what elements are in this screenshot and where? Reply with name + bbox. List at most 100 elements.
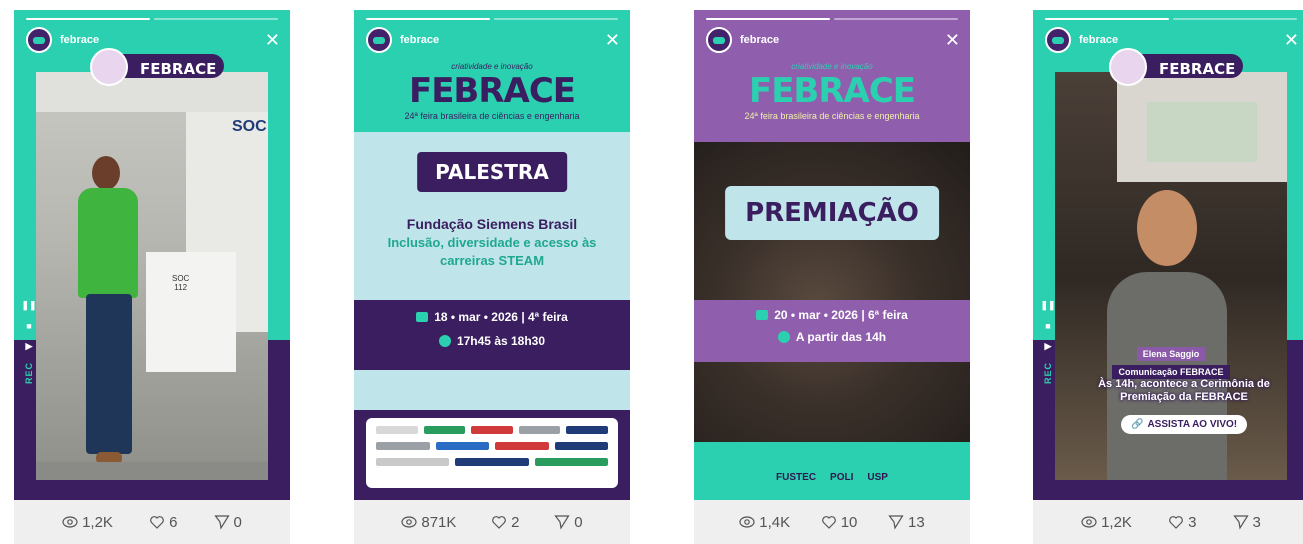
views-count: 1,2K [1101, 513, 1132, 531]
live-cta[interactable]: 🔗 ASSISTA AO VIVO! [1121, 415, 1248, 434]
close-icon[interactable]: ✕ [605, 31, 620, 49]
likes-stat: 10 [821, 513, 858, 531]
username[interactable]: febrace [740, 34, 937, 46]
username[interactable]: febrace [400, 34, 597, 46]
shares-stat: 0 [213, 513, 242, 531]
send-icon [1232, 515, 1249, 530]
badge-text: FEBRACE [1159, 60, 1236, 78]
close-icon[interactable]: ✕ [945, 31, 960, 49]
heart-icon [821, 516, 836, 529]
calendar-icon [756, 310, 769, 320]
logo-brand: FEBRACE [408, 71, 576, 111]
views-count: 1,2K [82, 513, 113, 531]
story-card-3[interactable]: febrace ✕ criatividade e inovação FEBRAC… [694, 0, 970, 544]
event-date: 18 • mar • 2026 | 4ª feira [434, 310, 568, 324]
speaker-role: Comunicação FEBRACE [1112, 365, 1230, 379]
username[interactable]: febrace [1079, 34, 1276, 46]
caption: Às 14h, acontece a Cerimônia de Premiaçã… [1098, 378, 1270, 403]
rec-label: REC [24, 362, 34, 385]
story-progress [1045, 18, 1297, 20]
speaker-name: Elena Saggio [1136, 347, 1206, 361]
event-subtitle: Inclusão, diversidade e acesso às carrei… [387, 235, 597, 268]
sponsor-box [366, 418, 618, 488]
rec-rail: ❚❚ ■ ▶ REC [1040, 300, 1056, 420]
rec-rail: ❚❚ ■ ▶ REC [21, 300, 37, 420]
teal-footer [694, 442, 970, 500]
booth-sign: SOC [232, 118, 267, 135]
logo-edition: 24ª feira brasileira de ciências e engen… [404, 111, 580, 121]
views-count: 871K [421, 513, 457, 531]
event-banner: PALESTRA [417, 152, 567, 192]
likes-stat: 3 [1168, 514, 1196, 531]
likes-count: 6 [169, 513, 178, 531]
logo-brand: FEBRACE [748, 71, 916, 111]
badge-text: FEBRACE [140, 60, 217, 78]
likes-count: 10 [840, 513, 858, 531]
heart-icon [150, 516, 164, 529]
shares-count: 3 [1252, 513, 1261, 531]
likes-stat: 2 [491, 513, 520, 531]
speaker-tag: Elena Saggio Comunicação FEBRACE [1033, 344, 1303, 380]
date-row: 18 • mar • 2026 | 4ª feira [354, 310, 630, 324]
story-header: febrace ✕ [366, 26, 620, 54]
banner-text: PREMIAÇÃO [745, 198, 919, 228]
time-row: A partir das 14h [694, 330, 970, 344]
footer-logos: FUSTEC POLI USP [694, 472, 970, 483]
time-row: 17h45 às 18h30 [354, 334, 630, 348]
clock-icon [438, 335, 451, 347]
views-stat: 871K [401, 514, 456, 531]
close-icon[interactable]: ✕ [265, 31, 280, 49]
avatar[interactable] [1045, 27, 1071, 53]
avatar[interactable] [26, 27, 52, 53]
send-icon [213, 515, 230, 530]
likes-count: 2 [511, 513, 520, 531]
views-count: 1,4K [759, 513, 791, 531]
stats-bar: 871K 2 0 [354, 500, 630, 544]
views-stat: 1,4K [739, 514, 790, 531]
story-card-4[interactable]: febrace ✕ FEBRACE ❚❚ ■ ▶ REC Elena Saggi… [1033, 0, 1303, 544]
pause-icon: ❚❚ [21, 300, 37, 310]
eye-icon [739, 516, 755, 528]
event-banner: PREMIAÇÃO [725, 186, 939, 240]
story-frame[interactable]: febrace ✕ criatividade e inovação FEBRAC… [694, 10, 970, 500]
footer-logo-2: POLI [830, 472, 854, 483]
story-card-1[interactable]: SOC SOC 112 febrace ✕ FEBRACE ❚❚ ■ ▶ REC [14, 0, 290, 544]
story-progress [706, 18, 958, 20]
rec-label: REC [1043, 362, 1053, 385]
stats-bar: 1,4K 10 13 [694, 500, 970, 544]
shares-stat: 3 [1232, 513, 1261, 531]
story-frame[interactable]: febrace ✕ criatividade e inovação FEBRAC… [354, 10, 630, 500]
play-icon: ▶ [25, 341, 33, 351]
event-photo: SOC SOC 112 [36, 72, 268, 480]
shares-count: 0 [574, 513, 583, 531]
play-icon: ▶ [1044, 341, 1052, 351]
febrace-poster-logo: criatividade e inovação FEBRACE 24ª feir… [354, 62, 630, 121]
light-panel-bottom [354, 370, 630, 410]
story-frame[interactable]: febrace ✕ FEBRACE ❚❚ ■ ▶ REC Elena Saggi… [1033, 10, 1303, 500]
username[interactable]: febrace [60, 34, 257, 46]
story-header: febrace ✕ [1045, 26, 1299, 54]
story-header: febrace ✕ [26, 26, 280, 54]
avatar[interactable] [366, 27, 392, 53]
clock-icon [777, 331, 790, 343]
event-time: A partir das 14h [795, 330, 887, 344]
send-icon [554, 515, 570, 530]
story-progress [366, 18, 618, 20]
heart-icon [1169, 516, 1183, 529]
story-card-2[interactable]: febrace ✕ criatividade e inovação FEBRAC… [354, 0, 630, 544]
shares-stat: 0 [554, 513, 583, 531]
pause-icon: ❚❚ [1040, 300, 1056, 310]
footer-logo-1: FUSTEC [776, 472, 817, 483]
views-stat: 1,2K [1081, 514, 1132, 531]
story-progress [26, 18, 278, 20]
logo-edition: 24ª feira brasileira de ciências e engen… [744, 111, 920, 121]
event-date: 20 • mar • 2026 | 6ª feira [774, 308, 908, 322]
likes-stat: 6 [149, 514, 177, 531]
shares-count: 0 [233, 513, 242, 531]
close-icon[interactable]: ✕ [1284, 31, 1299, 49]
send-icon [888, 515, 904, 530]
stats-bar: 1,2K 6 0 [14, 500, 290, 544]
event-time: 17h45 às 18h30 [456, 334, 546, 348]
story-frame[interactable]: SOC SOC 112 febrace ✕ FEBRACE ❚❚ ■ ▶ REC [14, 10, 290, 500]
avatar[interactable] [706, 27, 732, 53]
